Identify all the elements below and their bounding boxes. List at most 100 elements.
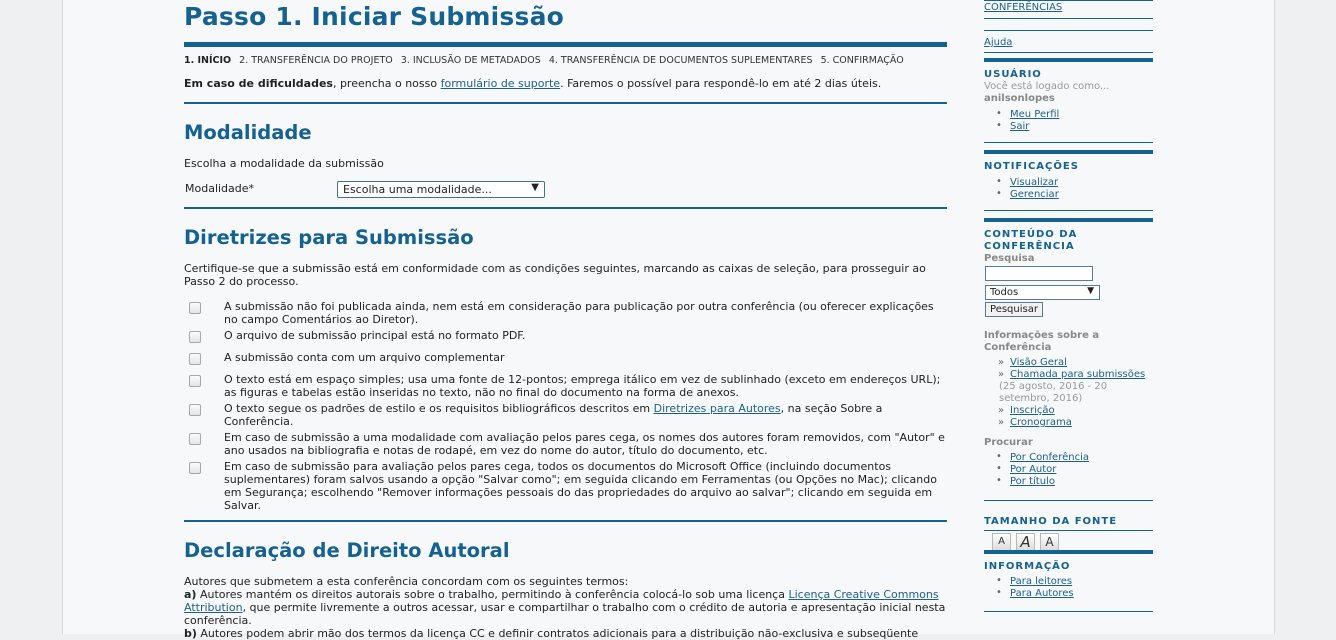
- info-heading-line1: Informações sobre a: [984, 330, 1100, 341]
- support-form-link[interactable]: formulário de suporte: [441, 77, 561, 90]
- guideline-checkbox-4[interactable]: [189, 375, 201, 387]
- content-block-divider: [984, 218, 1153, 222]
- search-label: Pesquisa: [984, 253, 1035, 264]
- search-scope-value: Todos: [990, 287, 1019, 298]
- sidebar-divider: [984, 30, 1153, 31]
- guideline-checkbox-1[interactable]: [189, 302, 201, 314]
- guideline-checkbox-3[interactable]: [189, 353, 201, 365]
- search-input[interactable]: [985, 266, 1093, 281]
- support-notice-text: , preencha o nosso: [332, 77, 441, 90]
- guideline-text-2: O arquivo de submissão principal está no…: [224, 329, 526, 342]
- bullet-icon: •: [996, 587, 1002, 598]
- info-heading-line2: Conferência: [984, 342, 1052, 353]
- support-notice-bold: Em caso de dificuldades: [184, 77, 333, 90]
- sidebar-divider: [984, 210, 1153, 211]
- font-default-button[interactable]: A: [1016, 533, 1035, 551]
- sidebar-divider: [984, 611, 1153, 612]
- font-larger-button[interactable]: A: [1040, 533, 1059, 551]
- modalidade-heading: Modalidade: [184, 121, 312, 144]
- guideline-text-3: A submissão conta com um arquivo complem…: [224, 351, 505, 364]
- sidebar-divider: [984, 18, 1153, 19]
- bullet-icon: •: [996, 451, 1002, 462]
- term-a-text-end: , que permite livremente a outros acessa…: [184, 601, 946, 627]
- bullet-icon: •: [996, 120, 1002, 131]
- sidebar-divider: [984, 500, 1153, 501]
- notifications-manage-link[interactable]: Gerenciar: [1010, 189, 1059, 201]
- guideline-text-4: O texto está em espaço simples; usa uma …: [224, 373, 941, 399]
- chevron-down-icon: ▼: [531, 182, 539, 193]
- term-a-text: Autores mantém os direitos autorais sobr…: [196, 588, 789, 601]
- browse-by-author-link[interactable]: Por Autor: [1010, 464, 1056, 476]
- modalidade-select[interactable]: Escolha uma modalidade... ▼: [337, 181, 545, 198]
- guideline-text-1: A submissão não foi publicada ainda, nem…: [224, 300, 934, 326]
- step-3: 3. INCLUSÃO DE METADADOS: [400, 55, 541, 66]
- term-a-label: a): [184, 588, 197, 601]
- bullet-icon: •: [996, 475, 1002, 486]
- logout-link[interactable]: Sair: [1010, 121, 1029, 133]
- information-title: INFORMAÇÃO: [984, 561, 1071, 572]
- sidebar-divider: [984, 0, 1153, 1]
- call-dates-line2: setembro, 2016): [999, 393, 1083, 404]
- step-4: 4. TRANSFERÊNCIA DE DOCUMENTOS SUPLEMENT…: [548, 55, 813, 66]
- for-authors-link[interactable]: Para Autores: [1010, 588, 1074, 600]
- page-title: Passo 1. Iniciar Submissão: [184, 2, 565, 31]
- guideline-checkbox-2[interactable]: [189, 331, 201, 343]
- schedule-link[interactable]: Cronograma: [1010, 417, 1072, 429]
- my-profile-link[interactable]: Meu Perfil: [1010, 109, 1059, 121]
- chevron-right-icon: »: [998, 417, 1005, 428]
- section-divider: [184, 102, 947, 104]
- registration-link[interactable]: Inscrição: [1010, 405, 1055, 417]
- sidebar-help-link[interactable]: Ajuda: [984, 37, 1012, 49]
- guideline-text-6: Em caso de submissão a uma modalidade co…: [224, 431, 945, 457]
- notifications-block-divider: [984, 150, 1153, 154]
- chevron-down-icon: ▼: [1087, 286, 1094, 296]
- chevron-right-icon: »: [998, 405, 1005, 416]
- browse-by-conference-link[interactable]: Por Conferência: [1010, 452, 1089, 464]
- modalidade-select-value: Escolha uma modalidade...: [343, 183, 492, 196]
- overview-link[interactable]: Visão Geral: [1010, 357, 1067, 369]
- search-scope-select[interactable]: Todos ▼: [985, 285, 1100, 300]
- bullet-icon: •: [996, 108, 1002, 119]
- user-block-divider: [984, 58, 1153, 62]
- guideline-text-7: Em caso de submissão para avaliação pelo…: [224, 460, 937, 512]
- content-title-line1: CONTEÚDO DA: [984, 229, 1078, 240]
- guideline-checkbox-7[interactable]: [189, 462, 201, 474]
- guideline-checkbox-6[interactable]: [189, 433, 201, 445]
- search-button[interactable]: Pesquisar: [985, 302, 1043, 317]
- user-block-title: USUÁRIO: [984, 69, 1042, 80]
- call-for-submissions-link[interactable]: Chamada para submissões: [1010, 369, 1145, 381]
- font-size-title: TAMANHO DA FONTE: [984, 516, 1118, 527]
- sidebar-divider: [984, 52, 1153, 53]
- username: anilsonlopes: [984, 93, 1055, 104]
- support-notice-text-end: . Faremos o possível para respondê-lo em…: [560, 77, 882, 90]
- content-title-line2: CONFERÊNCIA: [984, 241, 1075, 252]
- bullet-icon: •: [996, 575, 1002, 586]
- browse-heading: Procurar: [984, 437, 1033, 448]
- information-block-divider: [984, 550, 1153, 554]
- call-dates-line1: (25 agosto, 2016 - 20: [999, 381, 1108, 392]
- diretrizes-intro: Certifique-se que a submissão está em co…: [184, 262, 926, 288]
- author-guidelines-link[interactable]: Diretrizes para Autores: [654, 402, 781, 415]
- for-readers-link[interactable]: Para leitores: [1010, 576, 1072, 588]
- browse-by-title-link[interactable]: Por título: [1010, 476, 1055, 488]
- bullet-icon: •: [996, 176, 1002, 187]
- submission-steps: 1. INÍCIO 2. TRANSFERÊNCIA DO PROJETO 3.…: [184, 55, 909, 66]
- notifications-view-link[interactable]: Visualizar: [1010, 177, 1058, 189]
- font-smaller-button[interactable]: A: [992, 533, 1011, 551]
- modalidade-intro: Escolha a modalidade da submissão: [184, 157, 384, 170]
- step-5: 5. CONFIRMAÇÃO: [820, 55, 904, 66]
- chevron-right-icon: »: [998, 369, 1005, 380]
- modalidade-label: Modalidade*: [185, 182, 255, 195]
- diretrizes-heading: Diretrizes para Submissão: [184, 226, 474, 249]
- guideline-checkbox-5[interactable]: [189, 404, 201, 416]
- notifications-title: NOTIFICAÇÕES: [984, 161, 1079, 172]
- logged-as-text: Você está logado como...: [984, 81, 1110, 92]
- guideline-text-5-start: O texto segue os padrões de estilo e os …: [224, 402, 654, 415]
- sidebar-conferences-link[interactable]: CONFERÊNCIAS: [984, 2, 1062, 14]
- direito-autoral-intro: Autores que submetem a esta conferência …: [184, 575, 629, 588]
- sidebar-divider: [984, 142, 1153, 143]
- step-2: 2. TRANSFERÊNCIA DO PROJETO: [239, 55, 393, 66]
- title-divider: [184, 42, 947, 47]
- section-divider: [184, 520, 947, 522]
- section-divider: [184, 207, 947, 209]
